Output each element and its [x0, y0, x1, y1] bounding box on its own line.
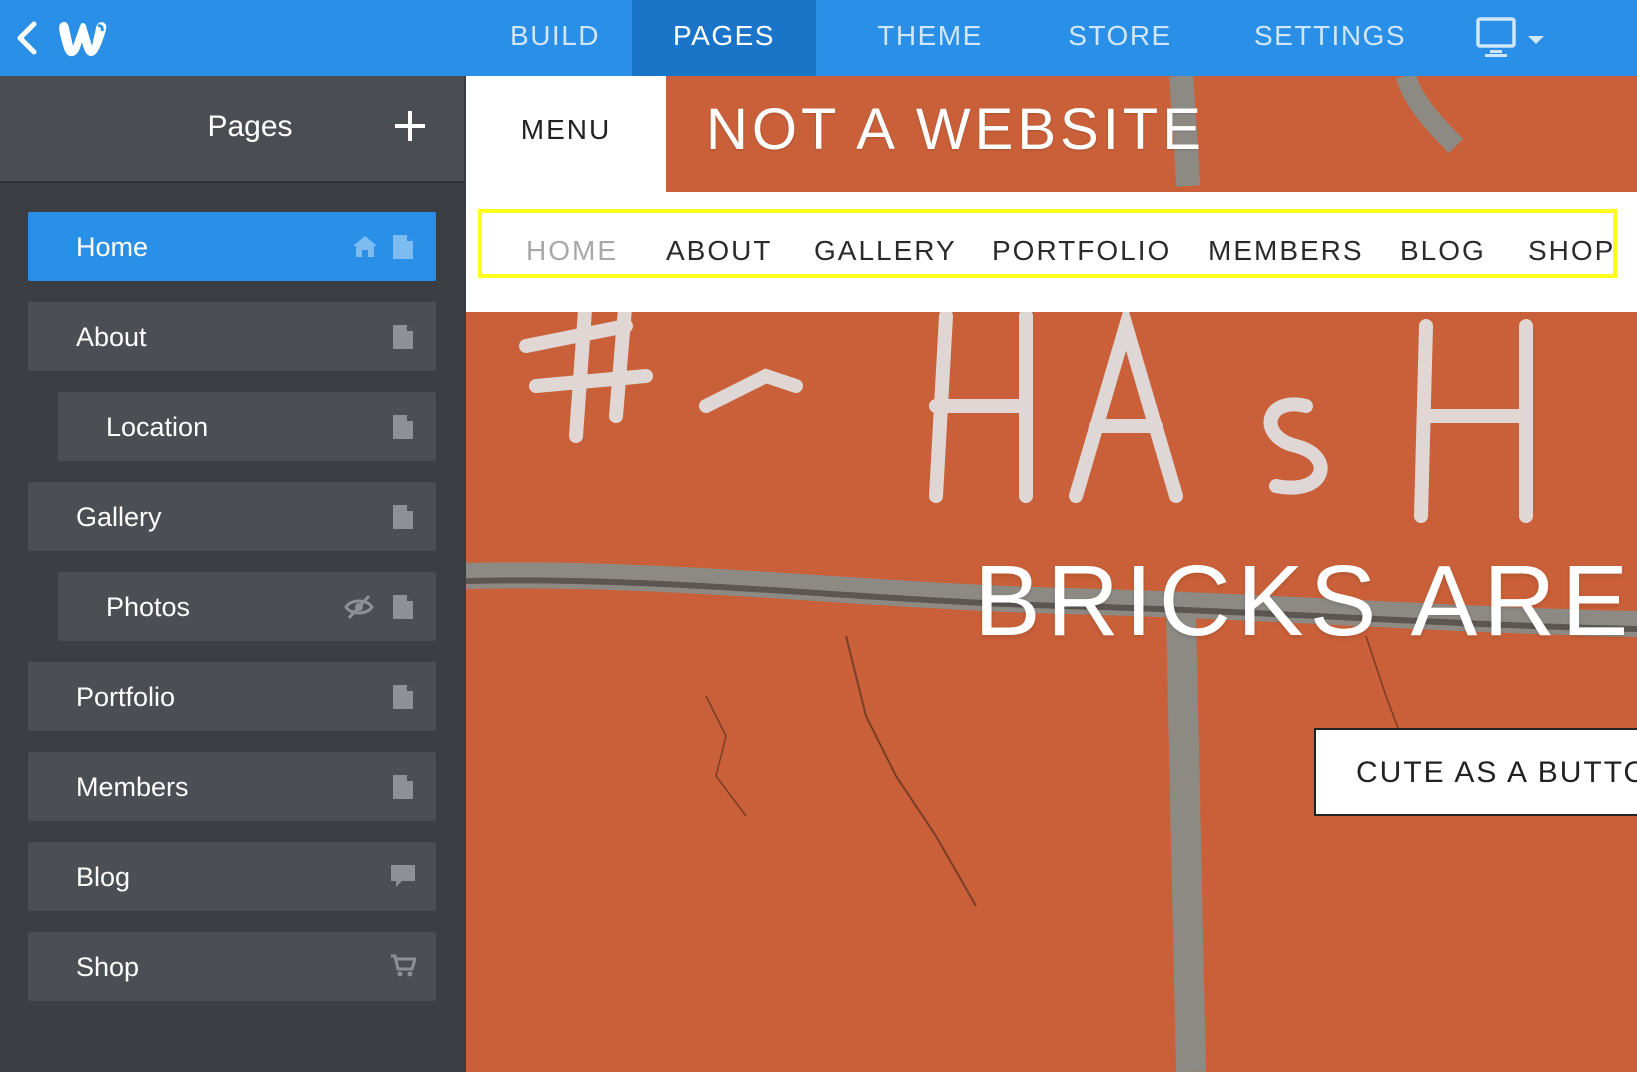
site-nav-home[interactable]: HOME	[526, 235, 618, 267]
pages-sidebar: Pages Home About Location Gallery Photos…	[0, 76, 464, 1072]
tab-theme[interactable]: THEME	[840, 0, 1020, 76]
sidebar-item-shop[interactable]: Shop	[28, 932, 436, 1001]
page-icon	[392, 414, 414, 447]
weebly-logo[interactable]	[54, 16, 110, 60]
page-icon	[392, 324, 414, 357]
sidebar-item-location[interactable]: Location	[58, 392, 436, 461]
sidebar-item-label: About	[76, 322, 147, 352]
sidebar-item-label: Shop	[76, 952, 140, 982]
blog-comment-icon	[390, 864, 416, 895]
cart-icon	[390, 954, 418, 985]
sidebar-header: Pages	[0, 76, 464, 183]
add-page-plus-icon[interactable]	[390, 106, 430, 146]
device-preview-dropdown[interactable]	[1472, 16, 1552, 60]
page-icon	[392, 774, 414, 807]
site-header: MENU NOT A WEBSITE	[466, 76, 1637, 194]
back-chevron-icon[interactable]	[12, 18, 42, 58]
sidebar-item-members[interactable]: Members	[28, 752, 436, 821]
tab-pages[interactable]: PAGES	[632, 0, 816, 76]
sidebar-item-label: Blog	[76, 862, 131, 892]
hidden-eye-icon	[344, 594, 374, 627]
site-nav-blog[interactable]: BLOG	[1400, 235, 1486, 267]
hero-headline[interactable]: BRICKS ARE	[974, 544, 1634, 659]
sidebar-item-photos[interactable]: Photos	[58, 572, 436, 641]
sidebar-item-about[interactable]: About	[28, 302, 436, 371]
sidebar-item-blog[interactable]: Blog	[28, 842, 436, 911]
site-nav-gallery[interactable]: GALLERY	[814, 235, 957, 267]
sidebar-item-label: Location	[106, 412, 209, 442]
site-nav-about[interactable]: ABOUT	[666, 235, 772, 267]
page-icon	[392, 684, 414, 717]
site-nav-shop[interactable]: SHOP	[1528, 235, 1615, 267]
page-icon	[392, 234, 414, 267]
site-nav-portfolio[interactable]: PORTFOLIO	[992, 235, 1171, 267]
sidebar-item-label: Members	[76, 772, 189, 802]
site-title[interactable]: NOT A WEBSITE	[706, 96, 1205, 163]
sidebar-item-label: Portfolio	[76, 682, 176, 712]
sidebar-item-label: Home	[76, 232, 149, 262]
page-icon	[392, 504, 414, 537]
sidebar-item-label: Gallery	[76, 502, 162, 532]
home-icon	[352, 234, 378, 265]
tab-settings[interactable]: SETTINGS	[1220, 0, 1440, 76]
sidebar-item-portfolio[interactable]: Portfolio	[28, 662, 436, 731]
sidebar-item-gallery[interactable]: Gallery	[28, 482, 436, 551]
site-preview[interactable]: MENU NOT A WEBSITE HOME ABOUT GALLERY PO…	[466, 76, 1637, 1072]
tab-store[interactable]: STORE	[1030, 0, 1210, 76]
page-icon	[392, 594, 414, 627]
site-nav-members[interactable]: MEMBERS	[1208, 235, 1364, 267]
site-menu-button[interactable]: MENU	[466, 114, 666, 146]
sidebar-item-home[interactable]: Home	[28, 212, 436, 281]
desktop-monitor-icon	[1476, 17, 1544, 57]
top-toolbar: BUILD PAGES THEME STORE SETTINGS	[0, 0, 1637, 76]
hero-cta-button[interactable]: CUTE AS A BUTTON	[1314, 728, 1637, 816]
sidebar-item-label: Photos	[106, 592, 191, 622]
tab-build[interactable]: BUILD	[480, 0, 630, 76]
hero-cta-label: CUTE AS A BUTTON	[1356, 756, 1637, 789]
site-menu-box: MENU	[466, 76, 666, 192]
